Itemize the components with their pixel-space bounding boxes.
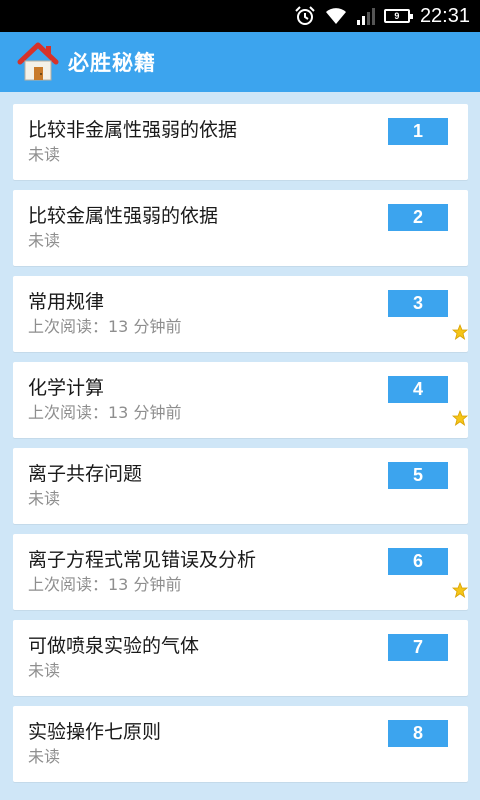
star-icon: [452, 324, 468, 340]
item-status: 未读: [28, 489, 61, 508]
number-badge: 7: [388, 634, 448, 661]
status-bar: 9 22:31: [0, 0, 480, 32]
item-status: 上次阅读：13 分钟前: [28, 403, 182, 422]
item-status: 未读: [28, 231, 61, 250]
battery-level: 9: [394, 11, 400, 21]
star-icon: [452, 410, 468, 426]
battery-icon: 9: [383, 9, 413, 23]
list-item[interactable]: 可做喷泉实验的气体 未读 7: [13, 620, 468, 696]
item-status: 上次阅读：13 分钟前: [28, 317, 182, 336]
number-badge: 4: [388, 376, 448, 403]
alarm-icon: [295, 6, 315, 25]
number-badge: 3: [388, 290, 448, 317]
list-item[interactable]: 常用规律 上次阅读：13 分钟前 3: [13, 276, 468, 352]
topic-list: 比较非金属性强弱的依据 未读 1 比较金属性强弱的依据 未读 2 常用规律 上次…: [0, 92, 480, 800]
page-title: 必胜秘籍: [68, 51, 156, 75]
signal-icon: [356, 8, 375, 25]
list-item[interactable]: 离子方程式常见错误及分析 上次阅读：13 分钟前 6: [13, 534, 468, 610]
list-item[interactable]: 化学计算 上次阅读：13 分钟前 4: [13, 362, 468, 438]
home-icon[interactable]: [16, 40, 60, 84]
wifi-icon: [325, 8, 346, 24]
list-item[interactable]: 比较金属性强弱的依据 未读 2: [13, 190, 468, 266]
number-badge: 6: [388, 548, 448, 575]
number-badge: 1: [388, 118, 448, 145]
item-status: 上次阅读：13 分钟前: [28, 575, 182, 594]
list-item[interactable]: 实验操作七原则 未读 8: [13, 706, 468, 782]
number-badge: 2: [388, 204, 448, 231]
star-icon: [452, 582, 468, 598]
item-status: 未读: [28, 145, 61, 164]
number-badge: 5: [388, 462, 448, 489]
item-status: 未读: [28, 661, 61, 680]
number-badge: 8: [388, 720, 448, 747]
list-item[interactable]: 比较非金属性强弱的依据 未读 1: [13, 104, 468, 180]
action-bar: 必胜秘籍: [0, 32, 480, 92]
item-status: 未读: [28, 747, 61, 766]
list-item[interactable]: 离子共存问题 未读 5: [13, 448, 468, 524]
status-time: 22:31: [419, 4, 470, 27]
